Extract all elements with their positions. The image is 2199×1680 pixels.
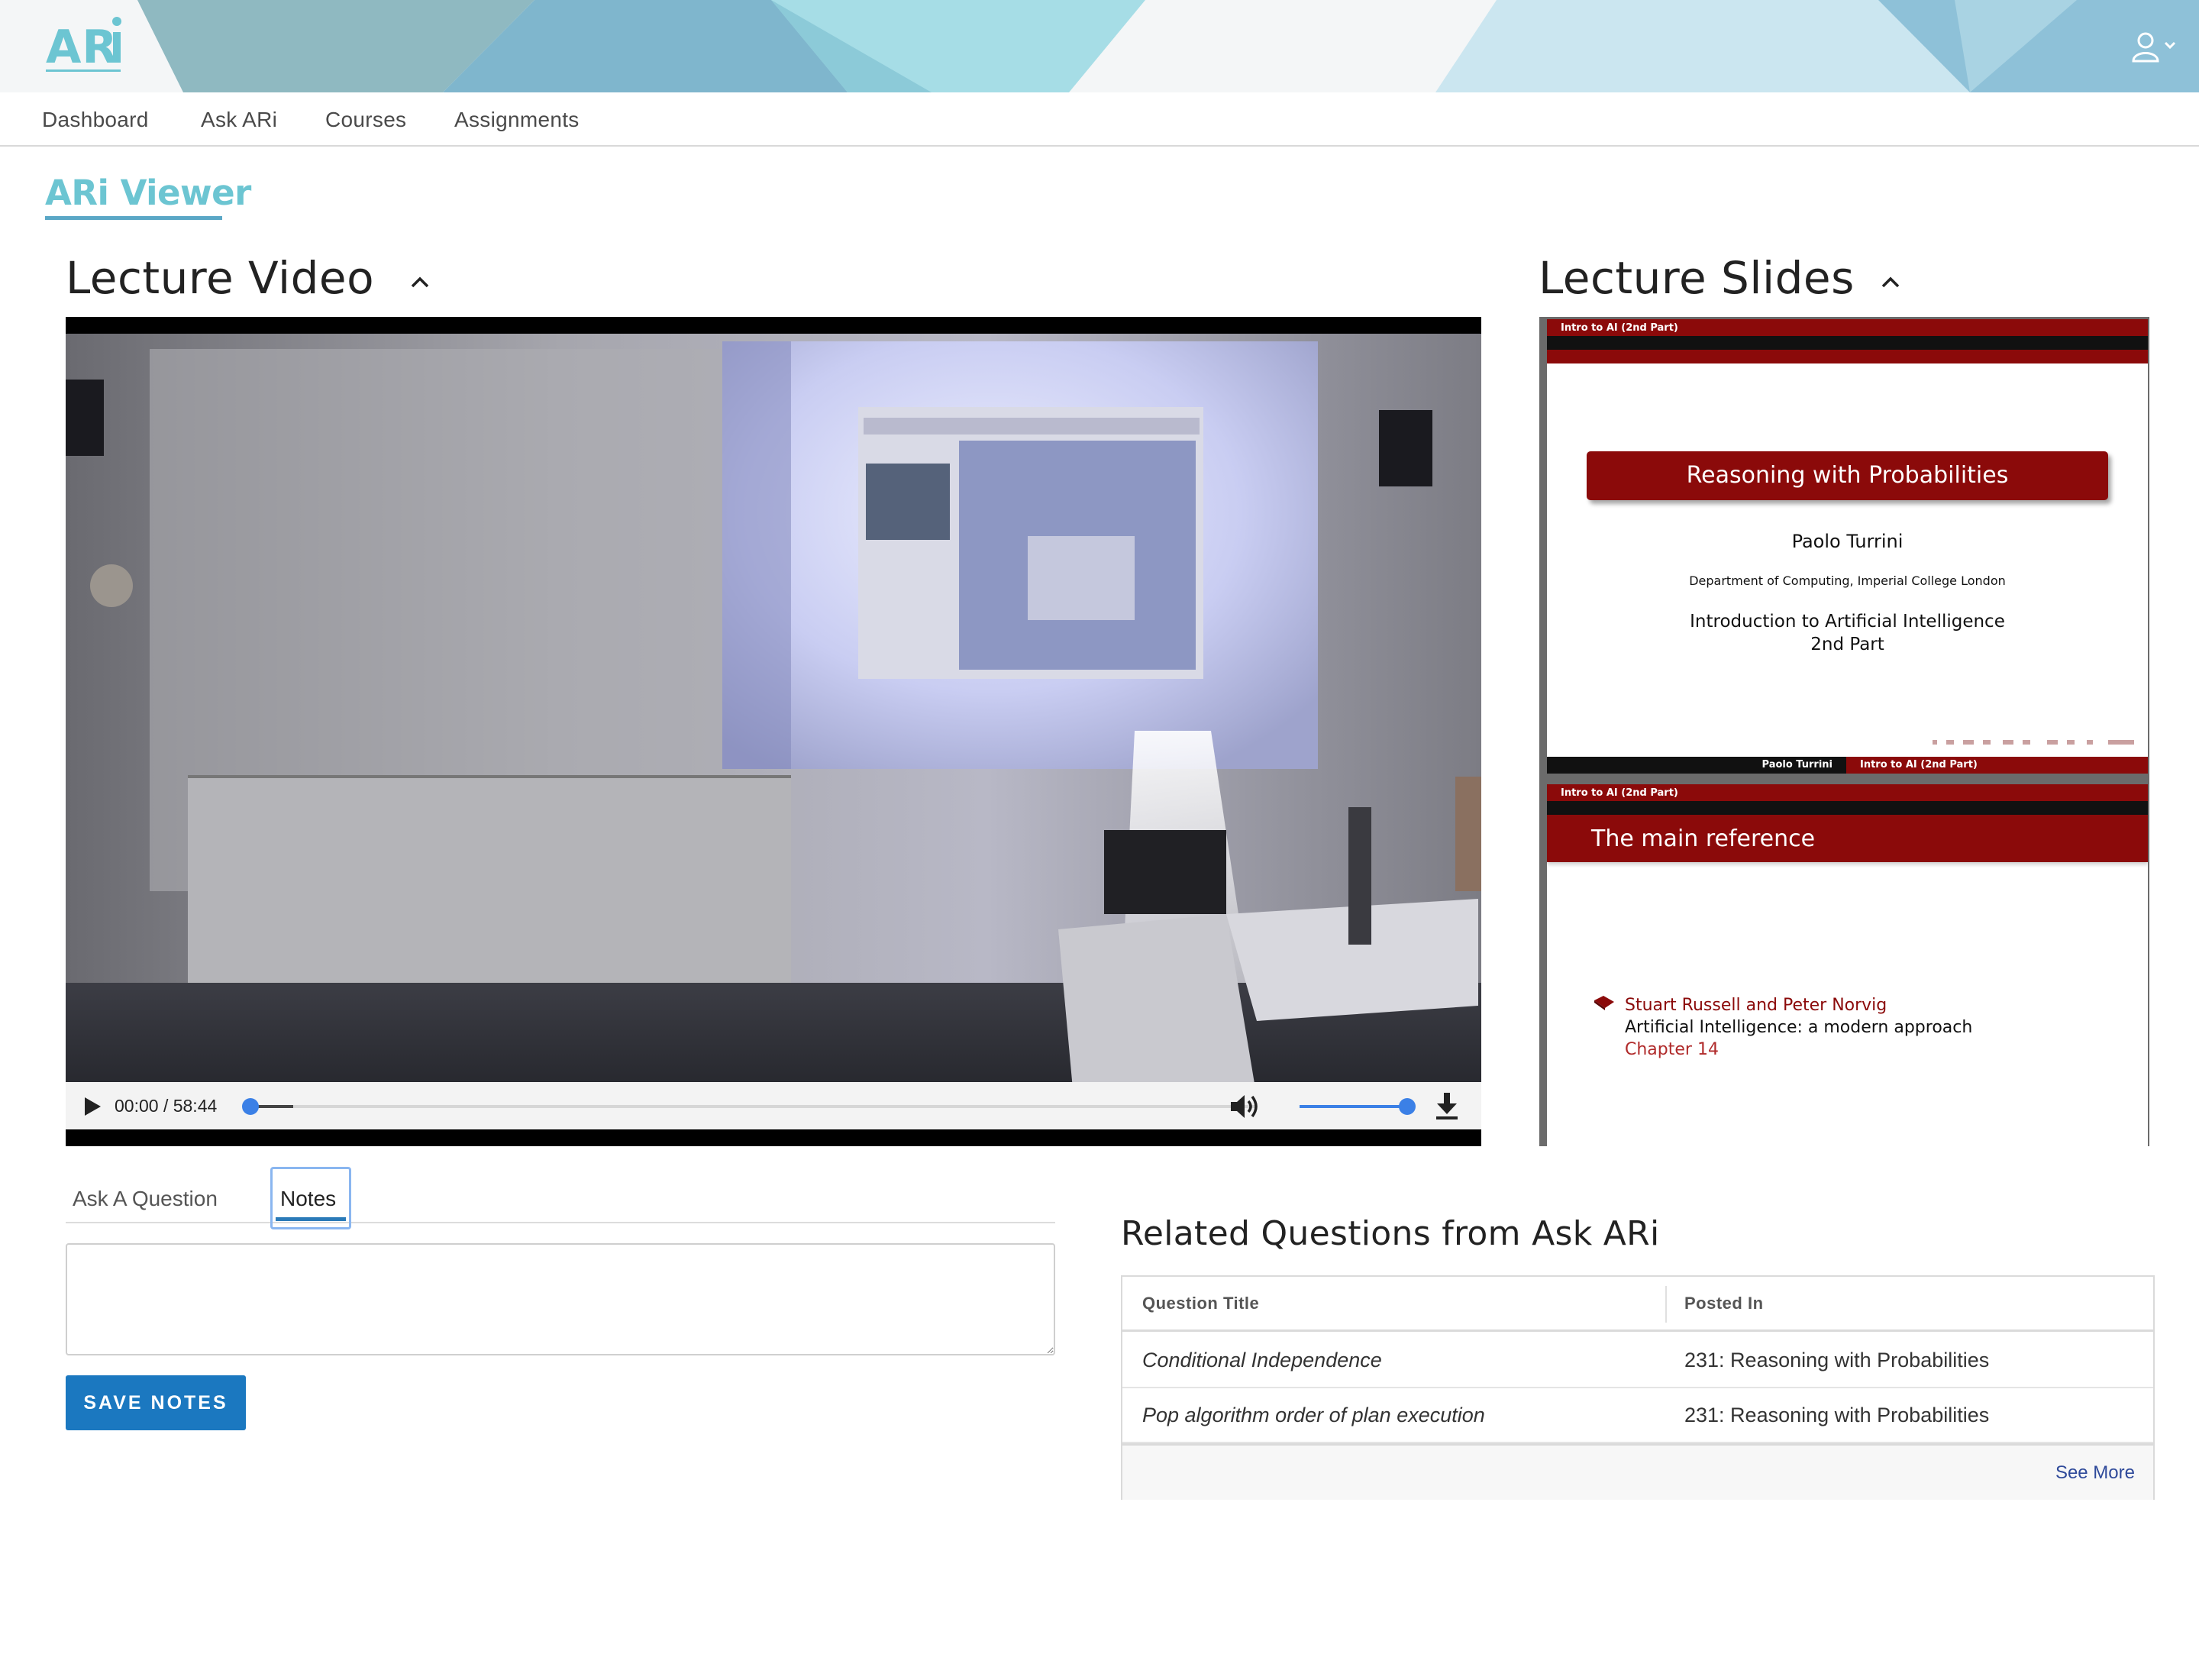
video-progress-slider[interactable] — [240, 1096, 1263, 1117]
column-header-posted-in[interactable]: Posted In — [1684, 1294, 1764, 1313]
play-icon[interactable] — [82, 1096, 102, 1117]
slide-footer-left: Paolo Turrini — [1761, 759, 1832, 771]
slide-course-line1: Introduction to Artificial Intelligence — [1690, 612, 2005, 632]
slides-panel[interactable]: Intro to AI (2nd Part) Reasoning with Pr… — [1539, 317, 2149, 1146]
slide-title: Reasoning with Probabilities — [1587, 451, 2108, 500]
volume-slider[interactable] — [1296, 1096, 1419, 1117]
posted-in-cell: 231: Reasoning with Probabilities — [1684, 1349, 1990, 1371]
table-row[interactable]: Conditional Independence 231: Reasoning … — [1122, 1333, 2153, 1388]
question-title-cell[interactable]: Conditional Independence — [1142, 1349, 1382, 1372]
video-player[interactable]: 00:00 / 58:44 — [66, 317, 1481, 1146]
video-frame[interactable] — [66, 334, 1481, 1097]
nav-ask-ari[interactable]: Ask ARi — [201, 108, 277, 132]
slide-1[interactable]: Intro to AI (2nd Part) Reasoning with Pr… — [1547, 319, 2148, 774]
video-still — [66, 334, 1481, 1097]
book-icon — [1594, 996, 1614, 1010]
question-notes-tabs: Ask A Question Notes — [66, 1167, 1055, 1229]
slide-red-bar — [1547, 350, 2148, 363]
header-banner: AR — [0, 0, 2199, 92]
column-separator — [1665, 1286, 1667, 1323]
nav-assignments[interactable]: Assignments — [454, 108, 580, 132]
related-questions-heading: Related Questions from Ask ARi — [1121, 1214, 1660, 1253]
nav-courses[interactable]: Courses — [325, 108, 406, 132]
slide-black-bar — [1547, 336, 2148, 350]
table-footer: See More — [1122, 1443, 2153, 1500]
slide-author: Paolo Turrini — [1791, 531, 1904, 552]
chevron-up-icon[interactable] — [1881, 275, 1900, 289]
page-title: ARi Viewer — [45, 173, 251, 213]
table-header: Question Title Posted In — [1122, 1277, 2153, 1332]
posted-in-cell: 231: Reasoning with Probabilities — [1684, 1404, 1990, 1426]
slide-nav-symbols — [1933, 740, 2134, 745]
volume-icon[interactable] — [1229, 1093, 1261, 1120]
ari-logo[interactable]: AR — [44, 14, 128, 79]
table-row[interactable]: Pop algorithm order of plan execution 23… — [1122, 1388, 2153, 1443]
slide-2[interactable]: Intro to AI (2nd Part) The main referenc… — [1547, 784, 2148, 1146]
chevron-up-icon[interactable] — [410, 275, 430, 289]
tab-notes[interactable]: Notes — [280, 1187, 336, 1211]
slide-header: Intro to AI (2nd Part) — [1547, 319, 2148, 336]
user-icon[interactable] — [2129, 29, 2182, 66]
nav-dashboard[interactable]: Dashboard — [42, 108, 149, 132]
see-more-link[interactable]: See More — [2055, 1462, 2135, 1484]
save-notes-button[interactable]: SAVE NOTES — [66, 1375, 246, 1430]
video-time: 00:00 / 58:44 — [115, 1096, 218, 1116]
tab-notes-active-indicator — [276, 1217, 346, 1221]
video-controls: 00:00 / 58:44 — [66, 1082, 1481, 1129]
related-questions-table: Question Title Posted In Conditional Ind… — [1121, 1275, 2155, 1500]
slide-footer: Paolo Turrini Intro to AI (2nd Part) — [1547, 757, 2148, 774]
lecture-slides-heading: Lecture Slides — [1539, 252, 1855, 304]
tab-ask-a-question[interactable]: Ask A Question — [73, 1187, 218, 1211]
column-header-question-title[interactable]: Question Title — [1142, 1294, 1259, 1313]
download-icon[interactable] — [1434, 1091, 1460, 1122]
svg-text:AR: AR — [46, 21, 118, 74]
notes-textarea[interactable] — [66, 1243, 1055, 1355]
slide-book-authors: Stuart Russell and Peter Norvig — [1625, 996, 1887, 1015]
slide-black-bar — [1547, 801, 2148, 815]
banner-decoration — [137, 0, 2199, 92]
slide-footer-right: Intro to AI (2nd Part) — [1846, 757, 2148, 774]
slide-title: The main reference — [1547, 815, 2148, 862]
slide-header: Intro to AI (2nd Part) — [1547, 784, 2148, 801]
slide-book-chapter: Chapter 14 — [1625, 1040, 1719, 1059]
slide-book-title: Artificial Intelligence: a modern approa… — [1625, 1018, 1973, 1037]
page-title-underline — [45, 216, 222, 220]
lecture-video-heading: Lecture Video — [66, 252, 375, 304]
slide-course-line2: 2nd Part — [1810, 635, 1884, 654]
slide-department: Department of Computing, Imperial Colleg… — [1689, 573, 2006, 588]
main-nav: Dashboard Ask ARi Courses Assignments — [0, 92, 2199, 147]
question-title-cell[interactable]: Pop algorithm order of plan execution — [1142, 1404, 1485, 1427]
